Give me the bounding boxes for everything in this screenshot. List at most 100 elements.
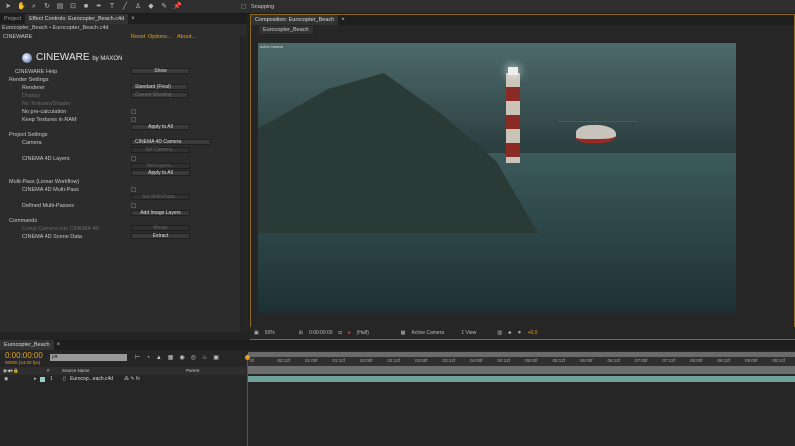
display-dropdown: Current Shading (131, 92, 188, 98)
col-parent[interactable]: Parent (186, 368, 199, 373)
tab-timeline[interactable]: Eurocopter_Beach (0, 340, 54, 350)
c4d-layers-checkbox[interactable] (131, 156, 136, 161)
add-image-layers-button[interactable]: Add Image Layers (131, 210, 190, 216)
flowchart-icon[interactable]: ♣ (508, 330, 511, 336)
defined-multipasses-checkbox[interactable] (131, 203, 136, 208)
label-comp-camera: Comp Camera into CINEMA 4D (22, 226, 100, 232)
label-c4d-multipass: CINEMA 4D Multi-Pass (22, 187, 79, 193)
effect-name[interactable]: CINEWARE (3, 33, 32, 41)
options-link[interactable]: Options... (148, 33, 172, 41)
brush-tool-icon[interactable]: ╱ (121, 3, 129, 11)
ruler-lower (248, 366, 795, 374)
region-icon[interactable]: ▣ (254, 330, 259, 336)
composition-viewer[interactable]: Active Camera (258, 43, 736, 313)
comp-tab-bar: Composition: Eurocopter_Beach × (251, 15, 794, 25)
close-icon[interactable]: × (128, 16, 135, 22)
camera-view-dropdown[interactable]: Active Camera (411, 330, 455, 336)
ruler-tick-label: 05:12f (552, 358, 566, 363)
ruler-tick-label: 0f (250, 358, 254, 363)
ruler-tick-label: 01:00f (305, 358, 318, 363)
set-layers-button: Set Layers... (131, 163, 190, 169)
camera-tool-icon[interactable]: ▤ (56, 3, 64, 11)
exposure-icon[interactable]: ✷ (517, 330, 521, 336)
layer-index: 1 (50, 376, 53, 382)
extract-button[interactable]: Extract (131, 233, 190, 239)
layer-name[interactable]: Eurocop...each.c4d (70, 376, 113, 382)
keep-textures-checkbox[interactable] (131, 117, 136, 122)
ruler-tick-label: 07:00f (635, 358, 648, 363)
renderer-dropdown[interactable]: Standard (Final) (131, 84, 188, 90)
layer-duration-bar[interactable] (248, 376, 795, 382)
close-icon[interactable]: × (54, 342, 61, 348)
expand-arrow-icon[interactable]: ▸ (34, 376, 37, 382)
tab-project[interactable]: Project (0, 14, 25, 24)
frame-count: 00000 (24.00 fps) (5, 360, 41, 365)
zoom-dropdown[interactable]: 50% (265, 330, 293, 336)
tab-effect-controls[interactable]: Effect Controls: Eurocopter_Beach.c4d (25, 14, 129, 24)
snapshot-icon[interactable]: ◘ (339, 330, 342, 336)
ruler-tick-label: 01:12f (332, 358, 346, 363)
tab-composition[interactable]: Composition: Eurocopter_Beach (251, 15, 339, 25)
fast-preview-icon[interactable]: ▥ (497, 330, 502, 336)
set-camera-button: Set Camera... (131, 147, 190, 153)
clone-stamp-tool-icon[interactable]: ♙ (134, 3, 142, 11)
effect-header: CINEWARE Reset Options... About... (0, 33, 240, 41)
time-display[interactable]: 0:00:00:00 (309, 330, 333, 336)
hand-tool-icon[interactable]: ✋ (17, 3, 26, 11)
eraser-tool-icon[interactable]: ◆ (147, 3, 155, 11)
selection-tool-icon[interactable]: ➤ (4, 3, 12, 11)
pan-behind-tool-icon[interactable]: ⊡ (69, 3, 77, 11)
resolution-dropdown[interactable]: (Half) (357, 330, 395, 336)
channel-icon[interactable]: ● (348, 330, 351, 336)
ruler-tick-label: 04:00f (470, 358, 483, 363)
puppet-tool-icon[interactable]: 📌 (173, 3, 182, 11)
pen-tool-icon[interactable]: ✒ (95, 3, 103, 11)
exposure-value[interactable]: +0.0 (528, 330, 538, 336)
ruler-tick-label: 06:12f (607, 358, 621, 363)
label-camera: Camera (22, 140, 42, 146)
ruler-tick-label: 00:12f (277, 358, 291, 363)
reset-link[interactable]: Reset (131, 33, 145, 41)
timecode[interactable]: 0:00:00:00 (5, 351, 43, 360)
timeline-switches-icons[interactable]: ⊢◔▲▦◉◎♨▣ (135, 354, 225, 361)
search-input[interactable]: ρ▾ (50, 354, 127, 361)
grid-icon[interactable]: ⊞ (299, 330, 303, 336)
apply-to-all-button[interactable]: Apply to All (131, 124, 190, 130)
comp-subtab[interactable]: Eurocopter_Beach (259, 26, 313, 34)
av-switches-icon: ◉◀●🔒 (3, 368, 19, 373)
section-project-settings[interactable]: Project Settings (9, 131, 48, 139)
rectangle-tool-icon[interactable]: ■ (82, 3, 90, 11)
zoom-tool-icon[interactable]: ⌕ (30, 3, 38, 11)
tools-panel: ➤ ✋ ⌕ ↻ ▤ ⊡ ■ ✒ T ╱ ♙ ◆ ✎ 📌 Snapping (0, 0, 795, 14)
fx-switch-icon[interactable]: ⁂ ✎ fx (124, 376, 140, 382)
label-color[interactable] (40, 377, 45, 382)
layer-row[interactable]: ◉ ▸ 1 ▯ Eurocop...each.c4d ⁂ ✎ fx (0, 375, 246, 383)
no-precalc-checkbox[interactable] (131, 109, 136, 114)
cineware-logo: CINEWARE by MAXON (22, 52, 122, 63)
left-tab-bar: Project Effect Controls: Eurocopter_Beac… (0, 14, 247, 24)
section-multipass[interactable]: Multi-Pass (Linear Workflow) (9, 178, 79, 186)
col-source-name[interactable]: Source Name (62, 368, 90, 373)
snapping-checkbox[interactable] (241, 4, 246, 9)
camera-dropdown[interactable]: CINEMA 4D Camera (131, 139, 211, 145)
time-ruler[interactable] (248, 357, 795, 366)
playhead[interactable] (247, 354, 248, 446)
merge-button: Merge (131, 225, 190, 231)
section-render-settings[interactable]: Render Settings (9, 76, 48, 84)
label-c4d-layers: CINEMA 4D Layers (22, 156, 70, 162)
apply-to-all-button-2[interactable]: Apply to All (131, 170, 190, 176)
roto-brush-tool-icon[interactable]: ✎ (160, 3, 168, 11)
view-layout-dropdown[interactable]: 1 View (461, 330, 491, 336)
rotate-tool-icon[interactable]: ↻ (43, 3, 51, 11)
scrollbar[interactable] (240, 36, 246, 332)
section-commands[interactable]: Commands (9, 217, 37, 225)
type-tool-icon[interactable]: T (108, 3, 116, 11)
c4d-multipass-checkbox[interactable] (131, 187, 136, 192)
show-button[interactable]: Show (131, 68, 190, 74)
cineware-logo-icon (22, 52, 32, 63)
about-link[interactable]: About... (177, 33, 196, 41)
column-header: ◉◀●🔒 # Source Name Parent (0, 367, 246, 375)
transparency-grid-icon[interactable]: ▦ (401, 330, 406, 336)
close-icon[interactable]: × (338, 17, 345, 23)
visibility-icon[interactable]: ◉ (4, 376, 8, 382)
